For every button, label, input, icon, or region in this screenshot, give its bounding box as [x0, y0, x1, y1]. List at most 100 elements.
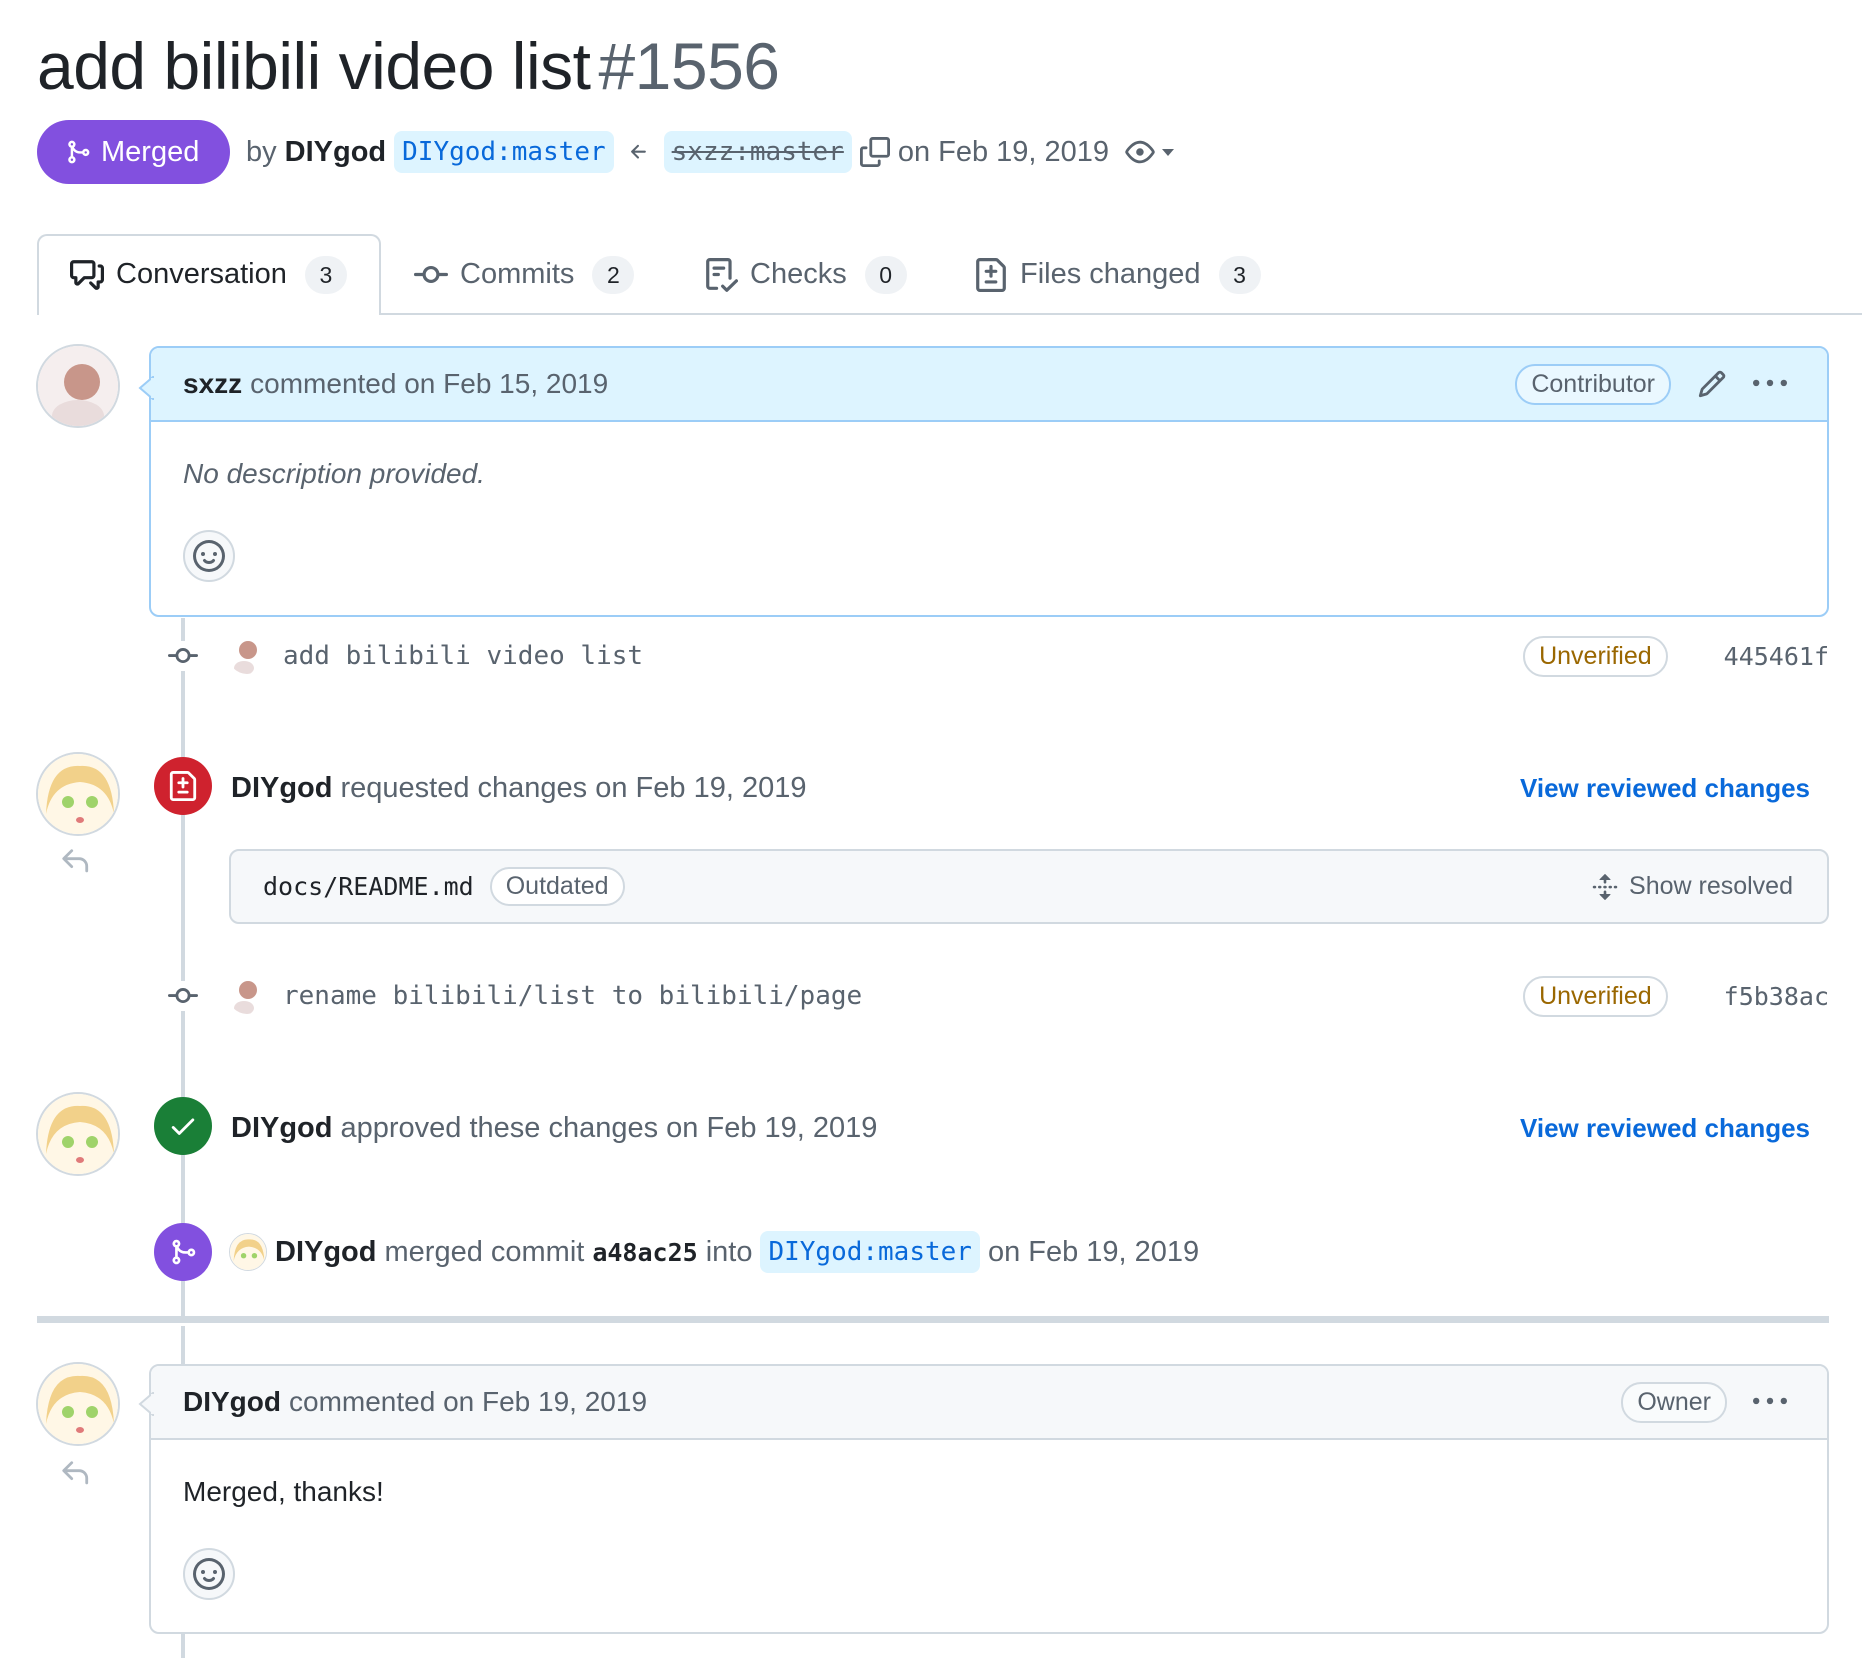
by-prefix: by	[246, 135, 277, 168]
pr-author-link[interactable]: DIYgod	[285, 136, 387, 169]
smiley-icon	[193, 1558, 225, 1590]
avatar[interactable]	[36, 752, 120, 836]
pr-meta: by DIYgod DIYgod:master sxzz:master on F…	[246, 124, 1175, 180]
git-merge-icon	[172, 1239, 196, 1265]
tab-label: Checks	[750, 258, 847, 290]
commit-row: add bilibili video list Unverified 44546…	[283, 635, 1829, 677]
merge-into: into	[705, 1235, 753, 1268]
tab-counter: 0	[864, 255, 907, 294]
add-reaction-button[interactable]	[183, 530, 235, 582]
timeline-line	[181, 618, 185, 1318]
tab-label: Conversation	[116, 258, 287, 290]
avatar[interactable]	[228, 636, 266, 674]
show-resolved-button[interactable]: Show resolved	[1591, 872, 1793, 901]
commit-message[interactable]: rename bilibili/list to bilibili/page	[283, 981, 862, 1011]
add-reaction-button[interactable]	[183, 1548, 235, 1600]
approved-badge	[154, 1097, 212, 1155]
git-commit-icon	[168, 648, 198, 664]
tab-files-changed[interactable]: Files changed 3	[974, 234, 1261, 315]
copy-icon[interactable]	[859, 137, 890, 167]
merge-event: DIYgod merged commit a48ac25 into DIYgod…	[229, 1230, 1199, 1274]
tab-counter: 3	[1218, 255, 1261, 294]
review-action[interactable]: requested changes on Feb 19, 2019	[341, 772, 807, 805]
tab-counter: 3	[304, 255, 347, 294]
file-diff-icon	[169, 771, 197, 801]
review-author[interactable]: DIYgod	[231, 772, 333, 805]
comment-timestamp[interactable]: commented on Feb 19, 2019	[289, 1386, 647, 1418]
changes-requested-badge	[154, 757, 212, 815]
merge-action: merged commit	[384, 1235, 585, 1268]
commit-row: rename bilibili/list to bilibili/page Un…	[283, 975, 1829, 1017]
unverified-badge[interactable]: Unverified	[1523, 975, 1668, 1017]
kebab-horizontal-icon[interactable]	[1753, 1385, 1787, 1419]
outdated-badge: Outdated	[489, 867, 625, 906]
review-author[interactable]: DIYgod	[231, 1112, 333, 1145]
comment-author[interactable]: DIYgod	[183, 1386, 281, 1418]
avatar[interactable]	[36, 1092, 120, 1176]
view-reviewed-changes-link[interactable]: View reviewed changes	[1520, 1113, 1810, 1144]
show-resolved-label: Show resolved	[1629, 872, 1793, 900]
commit-node	[166, 641, 200, 671]
commit-sha[interactable]: 445461f	[1724, 642, 1829, 671]
comment-box: sxzz commented on Feb 15, 2019 Contribut…	[149, 346, 1829, 617]
git-commit-icon	[414, 258, 448, 292]
comment-author[interactable]: sxzz	[183, 368, 242, 400]
smiley-icon	[193, 540, 225, 572]
merged-badge	[154, 1223, 212, 1281]
tab-label: Files changed	[1020, 258, 1201, 290]
file-diff-icon	[974, 257, 1008, 292]
reply-icon[interactable]	[60, 1458, 90, 1488]
tab-conversation[interactable]: Conversation 3	[70, 234, 347, 315]
comment-body: Merged, thanks!	[183, 1476, 384, 1507]
checklist-icon	[704, 257, 738, 292]
author-role-badge: Contributor	[1515, 363, 1671, 405]
check-icon	[171, 1118, 195, 1135]
unfold-icon	[1592, 873, 1618, 900]
tab-counter: 2	[592, 255, 635, 294]
pr-number: #1556	[598, 29, 780, 103]
comment-discussion-icon	[70, 258, 104, 292]
tab-commits[interactable]: Commits 2	[414, 234, 635, 315]
base-branch-ref[interactable]: DIYgod:master	[394, 131, 614, 173]
review-event: DIYgod approved these changes on Feb 19,…	[231, 1108, 877, 1148]
comment-caret	[138, 1392, 154, 1416]
avatar[interactable]	[36, 344, 120, 428]
merge-author[interactable]: DIYgod	[275, 1236, 377, 1269]
timeline-divider	[37, 1316, 1829, 1323]
review-action[interactable]: approved these changes on Feb 19, 2019	[341, 1112, 878, 1145]
comment-body: No description provided.	[183, 458, 485, 489]
comment-timestamp[interactable]: commented on Feb 15, 2019	[250, 368, 608, 400]
avatar[interactable]	[229, 1233, 267, 1271]
git-commit-icon	[168, 988, 198, 1004]
unverified-badge[interactable]: Unverified	[1523, 635, 1668, 677]
pr-title-text: add bilibili video list	[37, 29, 591, 103]
kebab-horizontal-icon[interactable]	[1753, 367, 1787, 401]
reply-icon[interactable]	[60, 846, 90, 876]
tab-label: Commits	[460, 258, 575, 290]
merge-date[interactable]: on Feb 19, 2019	[988, 1236, 1199, 1269]
eye-icon[interactable]	[1125, 137, 1175, 167]
head-branch-ref[interactable]: sxzz:master	[663, 131, 852, 173]
merge-target-ref[interactable]: DIYgod:master	[760, 1231, 980, 1273]
git-merge-icon	[65, 137, 91, 167]
review-file-path[interactable]: docs/README.md	[263, 872, 474, 901]
commit-message[interactable]: add bilibili video list	[283, 641, 643, 671]
avatar[interactable]	[228, 976, 266, 1014]
comment-caret	[138, 376, 154, 400]
merge-commit-sha[interactable]: a48ac25	[592, 1238, 697, 1267]
avatar[interactable]	[36, 1362, 120, 1446]
view-reviewed-changes-link[interactable]: View reviewed changes	[1520, 773, 1810, 804]
pr-state-label: Merged	[101, 135, 200, 168]
review-file-bar: docs/README.md Outdated Show resolved	[229, 849, 1829, 924]
author-role-badge: Owner	[1621, 1381, 1727, 1423]
tab-checks[interactable]: Checks 0	[704, 234, 907, 315]
comment-header: DIYgod commented on Feb 19, 2019 Owner	[151, 1366, 1827, 1440]
review-event: DIYgod requested changes on Feb 19, 2019	[231, 768, 806, 808]
comment-box: DIYgod commented on Feb 19, 2019 Owner M…	[149, 1364, 1829, 1634]
pr-date: on Feb 19, 2019	[897, 135, 1110, 168]
commit-sha[interactable]: f5b38ac	[1724, 982, 1829, 1011]
pr-state-badge: Merged	[37, 120, 230, 184]
pencil-icon[interactable]	[1697, 369, 1727, 399]
triangle-down-icon	[1162, 149, 1175, 156]
pr-title: add bilibili video list #1556	[37, 26, 780, 106]
